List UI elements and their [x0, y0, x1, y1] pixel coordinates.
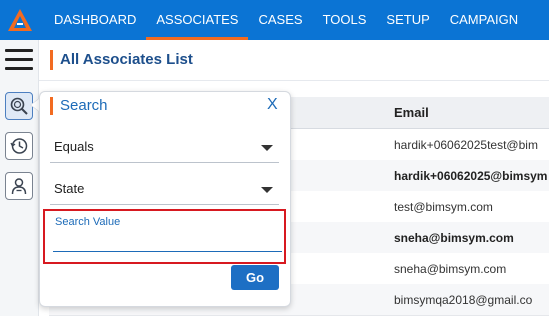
operator-select[interactable]: Equals [50, 132, 279, 163]
popup-pointer [31, 99, 39, 111]
history-icon[interactable] [5, 132, 33, 160]
email-cell: sneha@bimsym.com [394, 262, 507, 276]
column-header-email[interactable]: Email [394, 105, 429, 120]
chevron-down-icon [261, 145, 273, 151]
email-cell: hardik+06062025test@bim [394, 138, 538, 152]
top-navigation-bar: DASHBOARD ASSOCIATES CASES TOOLS SETUP C… [0, 0, 549, 40]
field-value: State [54, 181, 85, 196]
nav-cases[interactable]: CASES [248, 0, 312, 40]
email-cell: bimsymqa2018@gmail.co [394, 293, 533, 307]
logo-icon[interactable] [0, 0, 40, 40]
search-value-label: Search Value [55, 216, 121, 228]
left-rail [0, 40, 39, 316]
go-button[interactable]: Go [231, 265, 279, 290]
hamburger-icon[interactable] [5, 49, 33, 71]
nav-dashboard[interactable]: DASHBOARD [44, 0, 146, 40]
close-icon[interactable]: X [267, 96, 278, 114]
email-cell: test@bimsym.com [394, 200, 493, 214]
page-title: All Associates List [60, 51, 193, 68]
operator-value: Equals [54, 139, 94, 154]
page-header: All Associates List [39, 40, 549, 81]
search-icon[interactable] [5, 92, 33, 120]
main-nav: DASHBOARD ASSOCIATES CASES TOOLS SETUP C… [44, 0, 528, 40]
chevron-down-icon [261, 187, 273, 193]
email-cell: hardik+06062025@bimsym [394, 169, 548, 183]
search-popup: Search X Equals State Search Value Go [39, 91, 291, 307]
contacts-icon[interactable] [5, 172, 33, 200]
nav-campaign[interactable]: CAMPAIGN [440, 0, 528, 40]
nav-setup[interactable]: SETUP [376, 0, 439, 40]
nav-tools[interactable]: TOOLS [313, 0, 377, 40]
search-value-input[interactable] [53, 229, 282, 252]
field-select[interactable]: State [50, 174, 279, 205]
email-cell: sneha@bimsym.com [394, 231, 514, 245]
search-value-highlight: Search Value [43, 209, 286, 264]
popup-accent [50, 97, 53, 115]
popup-title: Search [60, 97, 108, 114]
title-accent [50, 50, 53, 70]
nav-associates[interactable]: ASSOCIATES [146, 0, 249, 40]
